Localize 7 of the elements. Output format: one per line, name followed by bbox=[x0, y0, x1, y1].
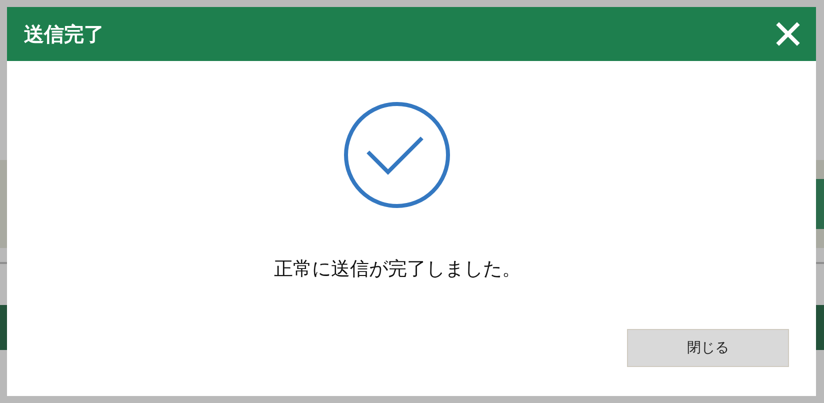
dialog-title: 送信完了 bbox=[24, 20, 104, 48]
close-button[interactable] bbox=[776, 22, 800, 46]
close-button[interactable]: 閉じる bbox=[627, 329, 789, 367]
close-icon bbox=[776, 22, 800, 46]
page-bar bbox=[816, 179, 824, 229]
success-message: 正常に送信が完了しました。 bbox=[274, 257, 521, 282]
check-circle-icon bbox=[342, 100, 452, 210]
